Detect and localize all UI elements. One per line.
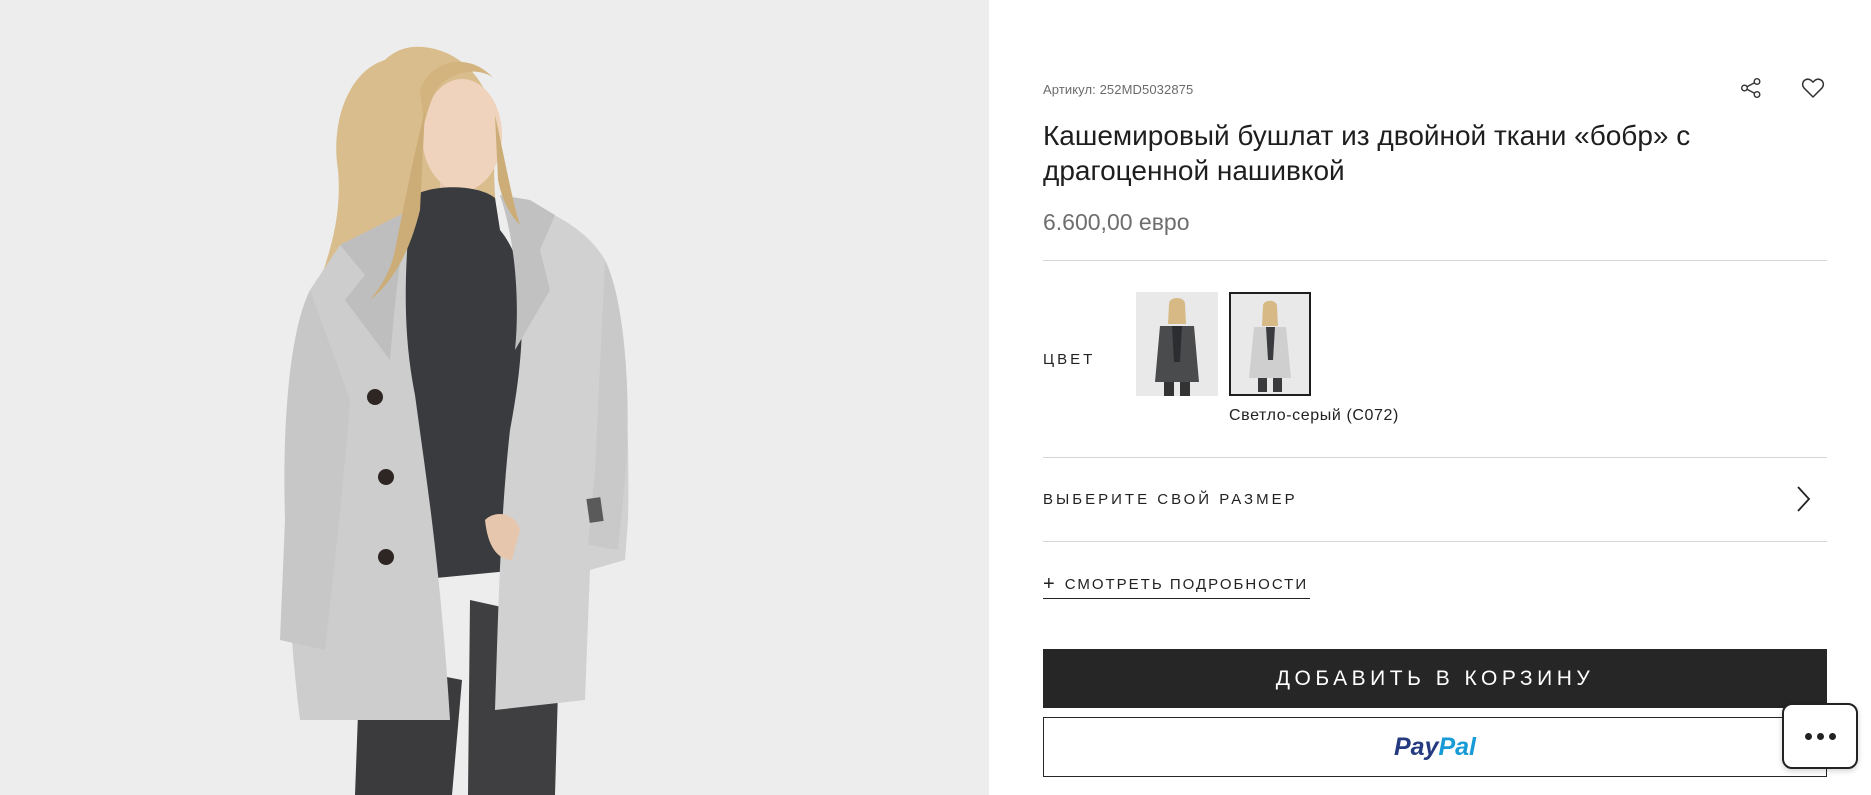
chat-icon xyxy=(1816,732,1824,740)
share-icon xyxy=(1741,78,1761,98)
selected-color-name: Светло-серый (C072) xyxy=(1229,407,1399,424)
add-to-cart-button[interactable]: ДОБАВИТЬ В КОРЗИНУ xyxy=(1043,649,1827,708)
wishlist-button[interactable] xyxy=(1799,74,1827,102)
product-title: Кашемировый бушлат из двойной ткани «боб… xyxy=(1043,120,1691,186)
product-image[interactable] xyxy=(0,0,989,795)
product-sku: Артикул: 252MD5032875 xyxy=(1043,82,1194,97)
paypal-logo-pal: Pal xyxy=(1438,732,1476,761)
divider xyxy=(1043,541,1827,542)
product-info-panel: Артикул: 252MD5032875 Кашемировый бушлат… xyxy=(1043,0,1827,795)
coat-thumbnail-icon xyxy=(1136,292,1218,396)
product-photo xyxy=(0,0,989,795)
view-details-link[interactable]: + СМОТРЕТЬ ПОДРОБНОСТИ xyxy=(1043,570,1311,599)
divider xyxy=(1043,260,1827,261)
view-details-label: СМОТРЕТЬ ПОДРОБНОСТИ xyxy=(1064,575,1309,593)
chat-icon xyxy=(1804,732,1812,740)
color-label: ЦВЕТ xyxy=(1043,351,1096,368)
coat-thumbnail-icon xyxy=(1233,296,1307,392)
chat-icon xyxy=(1828,732,1836,740)
size-selector[interactable]: ВЫБЕРИТЕ СВОЙ РАЗМЕР xyxy=(1043,458,1827,541)
paypal-button[interactable]: Pay Pal xyxy=(1043,717,1827,777)
plus-icon: + xyxy=(1043,573,1055,595)
color-swatch-dark-grey[interactable] xyxy=(1136,292,1218,396)
color-swatch-light-grey[interactable] xyxy=(1229,292,1311,396)
paypal-logo-pay: Pay xyxy=(1393,732,1439,761)
heart-icon xyxy=(1801,78,1825,98)
size-selector-label: ВЫБЕРИТЕ СВОЙ РАЗМЕР xyxy=(1043,491,1298,508)
chat-button[interactable] xyxy=(1782,703,1858,769)
share-button[interactable] xyxy=(1737,74,1765,102)
chevron-right-icon xyxy=(1797,486,1811,512)
product-price: 6.600,00 евро xyxy=(1043,209,1190,235)
